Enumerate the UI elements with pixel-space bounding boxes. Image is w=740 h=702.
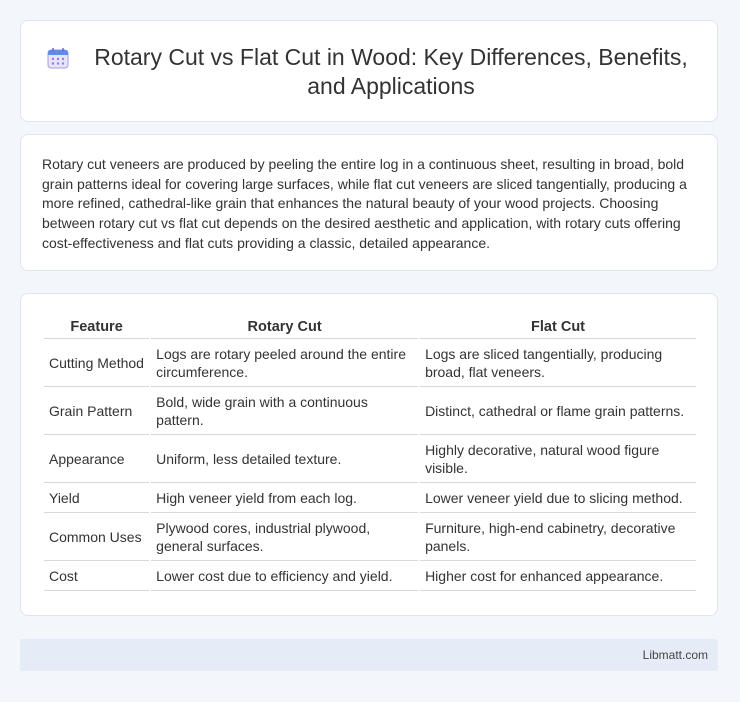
row-flat-cell: Lower veneer yield due to slicing method… <box>420 483 696 513</box>
row-rotary-cell: High veneer yield from each log. <box>151 483 419 513</box>
row-flat-cell: Higher cost for enhanced appearance. <box>420 561 696 591</box>
footer-bar: Libmatt.com <box>20 639 718 671</box>
row-feature-cell: Common Uses <box>44 513 150 561</box>
row-flat-cell: Furniture, high-end cabinetry, decorativ… <box>420 513 696 561</box>
table-row: Appearance Uniform, less detailed textur… <box>44 435 696 483</box>
comparison-card: Feature Rotary Cut Flat Cut Cutting Meth… <box>20 293 718 616</box>
row-feature-cell: Cost <box>44 561 150 591</box>
row-rotary-cell: Plywood cores, industrial plywood, gener… <box>151 513 419 561</box>
row-rotary-cell: Lower cost due to efficiency and yield. <box>151 561 419 591</box>
row-feature-cell: Grain Pattern <box>44 387 150 435</box>
row-flat-cell: Highly decorative, natural wood figure v… <box>420 435 696 483</box>
row-flat-cell: Distinct, cathedral or flame grain patte… <box>420 387 696 435</box>
table-row: Yield High veneer yield from each log. L… <box>44 483 696 513</box>
row-feature-cell: Yield <box>44 483 150 513</box>
footer-site-link[interactable]: Libmatt.com <box>643 648 708 662</box>
row-rotary-cell: Bold, wide grain with a continuous patte… <box>151 387 419 435</box>
table-row: Common Uses Plywood cores, industrial pl… <box>44 513 696 561</box>
row-rotary-cell: Uniform, less detailed texture. <box>151 435 419 483</box>
table-row: Cost Lower cost due to efficiency and yi… <box>44 561 696 591</box>
header-rotary-cut: Rotary Cut <box>151 316 419 339</box>
title-card: Rotary Cut vs Flat Cut in Wood: Key Diff… <box>20 20 718 122</box>
summary-card: Rotary cut veneers are produced by peeli… <box>20 134 718 271</box>
summary-paragraph: Rotary cut veneers are produced by peeli… <box>42 156 687 251</box>
row-rotary-cell: Logs are rotary peeled around the entire… <box>151 339 419 387</box>
comparison-table: Feature Rotary Cut Flat Cut Cutting Meth… <box>42 316 698 591</box>
row-feature-cell: Appearance <box>44 435 150 483</box>
header-flat-cut: Flat Cut <box>420 316 696 339</box>
table-row: Cutting Method Logs are rotary peeled ar… <box>44 339 696 387</box>
page-title: Rotary Cut vs Flat Cut in Wood: Key Diff… <box>94 44 688 99</box>
table-header-row: Feature Rotary Cut Flat Cut <box>44 316 696 339</box>
table-row: Grain Pattern Bold, wide grain with a co… <box>44 387 696 435</box>
row-flat-cell: Logs are sliced tangentially, producing … <box>420 339 696 387</box>
header-feature: Feature <box>44 316 150 339</box>
row-feature-cell: Cutting Method <box>44 339 150 387</box>
